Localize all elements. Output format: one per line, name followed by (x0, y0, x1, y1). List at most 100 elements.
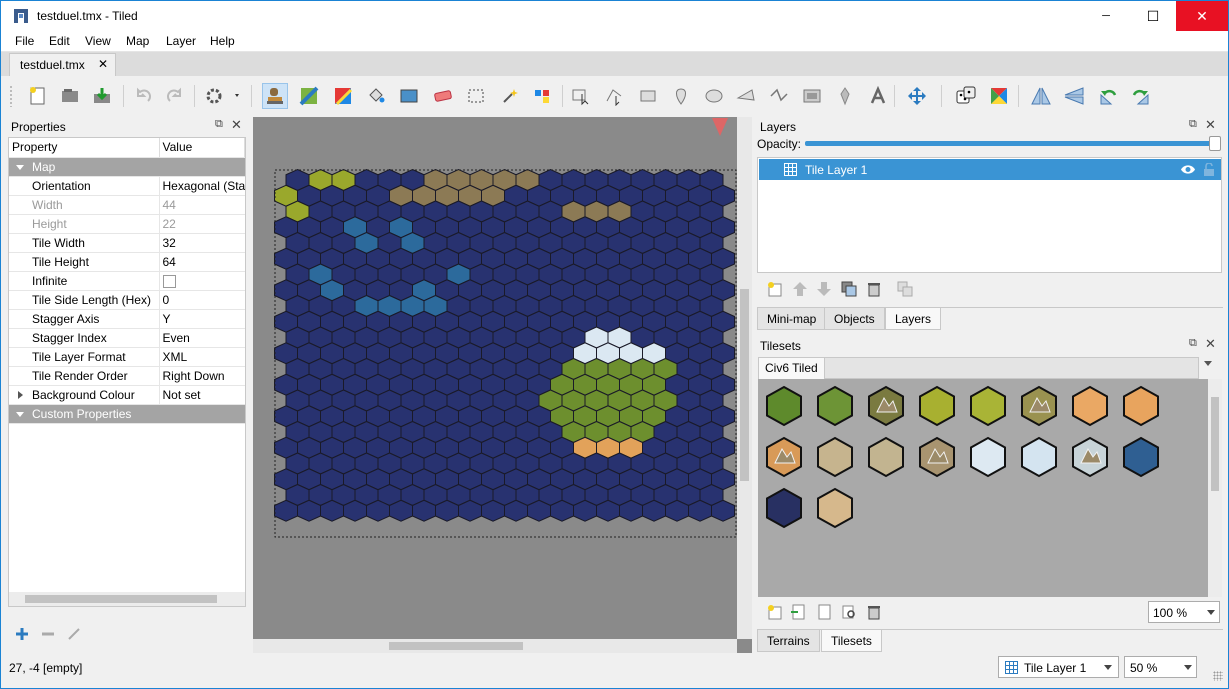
remove-property-icon[interactable] (41, 627, 55, 644)
eraser-icon[interactable] (430, 83, 456, 109)
opacity-slider[interactable] (805, 141, 1221, 146)
insert-point-icon[interactable] (668, 83, 694, 109)
property-row[interactable]: OrientationHexagonal (Sta... (9, 176, 245, 196)
flip-vertical-icon[interactable] (1061, 83, 1087, 109)
duplicate-layer-icon[interactable] (841, 281, 857, 297)
move-icon[interactable] (904, 83, 930, 109)
wang-brush-icon[interactable] (330, 83, 356, 109)
ocean-tile[interactable] (366, 499, 390, 522)
insert-tile-icon[interactable] (799, 83, 825, 109)
property-row[interactable]: Tile Height 64 (9, 252, 245, 272)
select-objects-icon[interactable] (568, 83, 594, 109)
lower-layer-icon[interactable] (816, 281, 832, 297)
open-icon[interactable] (57, 83, 83, 109)
tileset-grid[interactable] (758, 379, 1208, 597)
commands-icon[interactable] (203, 83, 243, 109)
property-value[interactable]: 64 (159, 252, 245, 272)
properties-scroll-thumb[interactable] (25, 595, 217, 603)
insert-polygon-icon[interactable] (733, 83, 759, 109)
close-dock-icon[interactable]: ✕ (1205, 117, 1216, 133)
infinite-checkbox[interactable] (162, 274, 176, 288)
tileset-tile-tundra-hills[interactable] (817, 436, 853, 478)
map-horizontal-scrollbar[interactable] (253, 639, 737, 653)
tab-terrains[interactable]: Terrains (757, 630, 820, 652)
flip-horizontal-icon[interactable] (1028, 83, 1054, 109)
tab-mini-map[interactable]: Mini-map (757, 308, 827, 330)
ocean-tile[interactable] (481, 499, 505, 522)
ocean-tile[interactable] (527, 499, 551, 522)
property-row[interactable]: Tile Side Length (Hex) 0 (9, 290, 245, 310)
insert-rectangle-icon[interactable] (635, 83, 661, 109)
group-map[interactable]: Map (9, 157, 245, 177)
property-row[interactable]: Stagger Index Even (9, 328, 245, 348)
expand-arrow-icon[interactable] (18, 390, 23, 399)
new-tileset-icon[interactable] (767, 604, 783, 620)
remove-tileset-icon[interactable] (866, 604, 882, 620)
tab-tilesets[interactable]: Tilesets (821, 630, 882, 652)
float-dock-icon[interactable]: ⧉ (215, 118, 223, 131)
tileset-tile-ocean[interactable] (766, 487, 802, 529)
raise-layer-icon[interactable] (792, 281, 808, 297)
properties-hscrollbar[interactable] (9, 592, 245, 606)
ocean-tile[interactable] (389, 499, 413, 522)
property-row[interactable]: Tile Render Order Right Down (9, 366, 245, 386)
document-tab[interactable]: testduel.tmx ✕ (9, 53, 116, 76)
maximize-button[interactable]: ☐ (1130, 1, 1176, 31)
toolbar-grip[interactable] (9, 85, 13, 107)
menu-file[interactable]: File (15, 34, 34, 48)
tab-layers[interactable]: Layers (885, 308, 942, 330)
map-hscroll-thumb[interactable] (389, 642, 523, 650)
magic-wand-icon[interactable] (497, 83, 523, 109)
tileset-tile-plains[interactable] (919, 385, 955, 427)
save-icon[interactable] (89, 83, 115, 109)
property-row[interactable]: Infinite (9, 271, 245, 291)
tileset-tile-snow-hills[interactable] (1021, 436, 1057, 478)
map-zoom-combo[interactable]: 50 % (1124, 656, 1197, 678)
tileset-menu-arrow-icon[interactable] (1204, 361, 1212, 366)
menu-help[interactable]: Help (210, 34, 235, 48)
map-vertical-scrollbar[interactable] (737, 117, 752, 639)
rectangular-select-icon[interactable] (463, 83, 489, 109)
ocean-tile[interactable] (504, 499, 528, 522)
ocean-tile[interactable] (550, 499, 574, 522)
property-row[interactable]: Tile Width 32 (9, 233, 245, 253)
select-same-tile-icon[interactable] (530, 83, 556, 109)
current-layer-combo[interactable]: Tile Layer 1 (998, 656, 1119, 678)
new-layer-icon[interactable] (767, 281, 783, 297)
export-tileset-icon[interactable] (816, 604, 832, 620)
rotate-right-icon[interactable] (1128, 83, 1154, 109)
edit-polygons-icon[interactable] (601, 83, 627, 109)
insert-template-icon[interactable] (832, 83, 858, 109)
property-value[interactable]: Even (159, 328, 245, 348)
delete-layer-icon[interactable] (866, 281, 882, 297)
column-header-property[interactable]: Property (9, 138, 160, 158)
opacity-slider-handle[interactable] (1209, 136, 1221, 151)
edit-tileset-icon[interactable] (841, 604, 857, 620)
column-header-value[interactable]: Value (159, 138, 245, 158)
menu-map[interactable]: Map (126, 34, 149, 48)
property-value[interactable]: Not set (159, 385, 245, 405)
tileset-tile-desert-hills[interactable] (1123, 385, 1159, 427)
tileset-tile-lake-sand[interactable] (817, 487, 853, 529)
add-property-icon[interactable] (15, 627, 29, 644)
undo-icon[interactable] (131, 83, 157, 109)
toggle-other-layers-icon[interactable] (897, 281, 913, 297)
redo-icon[interactable] (161, 83, 187, 109)
tileset-tile-snow[interactable] (970, 436, 1006, 478)
ocean-tile[interactable] (274, 499, 298, 522)
close-window-button[interactable]: ✕ (1176, 1, 1228, 31)
tileset-vscroll-thumb[interactable] (1211, 397, 1219, 491)
group-custom-properties[interactable]: Custom Properties (9, 404, 245, 424)
ocean-tile[interactable] (596, 499, 620, 522)
float-dock-icon[interactable]: ⧉ (1189, 337, 1197, 350)
ocean-tile[interactable] (412, 499, 436, 522)
ocean-tile[interactable] (665, 499, 689, 522)
ocean-tile[interactable] (688, 499, 712, 522)
insert-polyline-icon[interactable] (766, 83, 792, 109)
wang-fill-mode-icon[interactable] (986, 83, 1012, 109)
eye-visibility-icon[interactable] (1180, 164, 1196, 175)
tileset-view[interactable] (758, 379, 1208, 597)
tab-objects[interactable]: Objects (824, 308, 885, 330)
ocean-tile[interactable] (573, 499, 597, 522)
insert-ellipse-icon[interactable] (701, 83, 727, 109)
